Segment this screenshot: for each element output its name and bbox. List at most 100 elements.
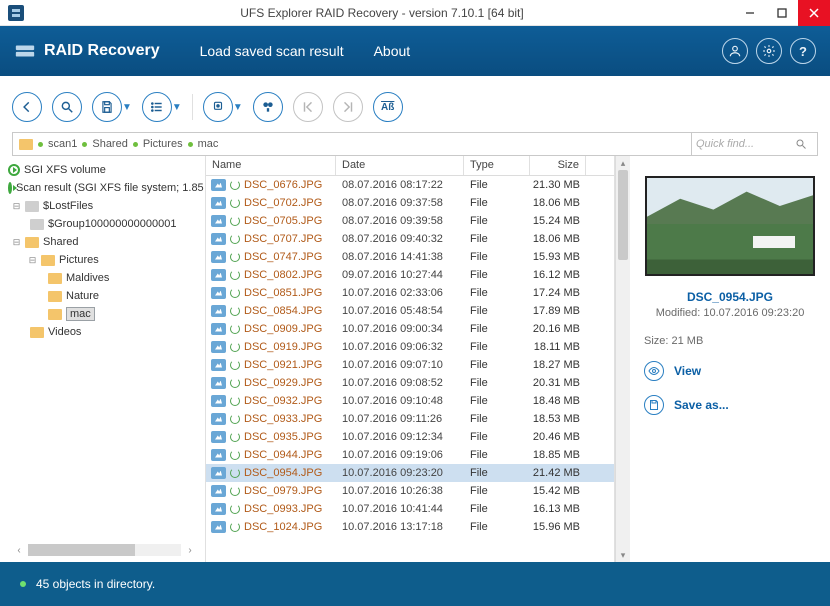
image-icon [211, 431, 226, 443]
next-button[interactable] [333, 92, 363, 122]
file-row[interactable]: DSC_0933.JPG10.07.2016 09:11:26File18.53… [206, 410, 614, 428]
collapse-icon[interactable]: ⊟ [12, 237, 21, 248]
back-button[interactable] [12, 92, 42, 122]
tree-shared[interactable]: ⊟Shared [8, 234, 201, 250]
recover-icon [230, 378, 240, 388]
tree-lostfiles[interactable]: ⊟$LostFiles [8, 198, 201, 214]
window-title: UFS Explorer RAID Recovery - version 7.1… [30, 6, 734, 20]
scroll-left-icon[interactable]: ‹ [12, 545, 26, 556]
save-dropdown[interactable]: ▼ [122, 102, 132, 113]
tree-nature[interactable]: Nature [8, 288, 201, 304]
col-size[interactable]: Size [530, 156, 586, 175]
close-button[interactable] [798, 0, 830, 26]
file-size: 16.12 MB [530, 269, 586, 281]
scroll-down-icon[interactable]: ▾ [616, 548, 630, 562]
file-row[interactable]: DSC_0676.JPG08.07.2016 08:17:22File21.30… [206, 176, 614, 194]
saveas-action[interactable]: Save as... [644, 395, 816, 415]
file-date: 09.07.2016 10:27:44 [336, 269, 464, 281]
col-date[interactable]: Date [336, 156, 464, 175]
list-view-button[interactable] [142, 92, 172, 122]
eye-icon [644, 361, 664, 381]
file-date: 10.07.2016 09:19:06 [336, 449, 464, 461]
tree-videos[interactable]: Videos [8, 324, 201, 340]
file-row[interactable]: DSC_0707.JPG08.07.2016 09:40:32File18.06… [206, 230, 614, 248]
user-button[interactable] [722, 38, 748, 64]
file-size: 17.89 MB [530, 305, 586, 317]
file-row[interactable]: DSC_0954.JPG10.07.2016 09:23:20File21.42… [206, 464, 614, 482]
file-row[interactable]: DSC_0919.JPG10.07.2016 09:06:32File18.11… [206, 338, 614, 356]
file-vscrollbar[interactable]: ▴ ▾ [615, 156, 630, 562]
col-name[interactable]: Name [206, 156, 336, 175]
file-row[interactable]: DSC_0979.JPG10.07.2016 10:26:38File15.42… [206, 482, 614, 500]
file-row[interactable]: DSC_0929.JPG10.07.2016 09:08:52File20.31… [206, 374, 614, 392]
file-row[interactable]: DSC_0921.JPG10.07.2016 09:07:10File18.27… [206, 356, 614, 374]
search-icon [795, 138, 807, 150]
minimize-button[interactable] [734, 0, 766, 26]
filter-dropdown[interactable]: ▼ [233, 102, 243, 113]
file-row[interactable]: DSC_0747.JPG08.07.2016 14:41:38File15.93… [206, 248, 614, 266]
file-row[interactable]: DSC_0802.JPG09.07.2016 10:27:44File16.12… [206, 266, 614, 284]
breadcrumb-seg-0[interactable]: scan1 [48, 138, 77, 150]
filter-button[interactable] [203, 92, 233, 122]
tree-pictures[interactable]: ⊟Pictures [8, 252, 201, 268]
file-row[interactable]: DSC_0702.JPG08.07.2016 09:37:58File18.06… [206, 194, 614, 212]
find-button[interactable] [253, 92, 283, 122]
col-type[interactable]: Type [464, 156, 530, 175]
file-row[interactable]: DSC_0909.JPG10.07.2016 09:00:34File20.16… [206, 320, 614, 338]
tree-group[interactable]: $Group100000000000001 [8, 216, 201, 232]
help-button[interactable]: ? [790, 38, 816, 64]
save-icon [644, 395, 664, 415]
file-type: File [464, 359, 530, 371]
file-row[interactable]: DSC_0705.JPG08.07.2016 09:39:58File15.24… [206, 212, 614, 230]
file-name: DSC_0993.JPG [244, 503, 322, 515]
file-date: 10.07.2016 10:26:38 [336, 485, 464, 497]
prev-button[interactable] [293, 92, 323, 122]
file-date: 10.07.2016 09:08:52 [336, 377, 464, 389]
collapse-icon[interactable]: ⊟ [28, 255, 37, 266]
file-type: File [464, 503, 530, 515]
image-icon [211, 413, 226, 425]
file-row[interactable]: DSC_0851.JPG10.07.2016 02:33:06File17.24… [206, 284, 614, 302]
breadcrumb-seg-2[interactable]: Pictures [143, 138, 183, 150]
tree-scan-result[interactable]: Scan result (SGI XFS file system; 1.85 G… [8, 180, 201, 196]
image-icon [211, 449, 226, 461]
file-row[interactable]: DSC_0993.JPG10.07.2016 10:41:44File16.13… [206, 500, 614, 518]
menu-load-result[interactable]: Load saved scan result [200, 43, 344, 59]
view-dropdown[interactable]: ▼ [172, 102, 182, 113]
search-button[interactable] [52, 92, 82, 122]
maximize-button[interactable] [766, 0, 798, 26]
breadcrumb-seg-3[interactable]: mac [198, 138, 219, 150]
tree-mac[interactable]: mac [8, 306, 201, 322]
file-size: 17.24 MB [530, 287, 586, 299]
breadcrumb-seg-1[interactable]: Shared [92, 138, 127, 150]
case-toggle-button[interactable]: Aß [373, 92, 403, 122]
file-type: File [464, 341, 530, 353]
file-row[interactable]: DSC_0944.JPG10.07.2016 09:19:06File18.85… [206, 446, 614, 464]
file-row[interactable]: DSC_1024.JPG10.07.2016 13:17:18File15.96… [206, 518, 614, 536]
scroll-up-icon[interactable]: ▴ [616, 156, 630, 170]
file-list-pane: Name Date Type Size DSC_0676.JPG08.07.20… [205, 156, 615, 562]
scrollbar-thumb[interactable] [618, 170, 628, 260]
file-row[interactable]: DSC_0854.JPG10.07.2016 05:48:54File17.89… [206, 302, 614, 320]
settings-button[interactable] [756, 38, 782, 64]
breadcrumb[interactable]: scan1 Shared Pictures mac Quick find... [12, 132, 818, 156]
tree-hscroll[interactable]: ‹ › [12, 544, 197, 556]
breadcrumb-dot [38, 142, 43, 147]
file-size: 15.96 MB [530, 521, 586, 533]
save-button[interactable] [92, 92, 122, 122]
tree-maldives[interactable]: Maldives [8, 270, 201, 286]
file-row[interactable]: DSC_0935.JPG10.07.2016 09:12:34File20.46… [206, 428, 614, 446]
file-date: 10.07.2016 09:06:32 [336, 341, 464, 353]
folder-icon [48, 309, 62, 320]
scroll-right-icon[interactable]: › [183, 545, 197, 556]
quick-find-input[interactable]: Quick find... [691, 133, 811, 155]
file-date: 10.07.2016 09:07:10 [336, 359, 464, 371]
collapse-icon[interactable]: ⊟ [12, 201, 21, 212]
file-name: DSC_0929.JPG [244, 377, 322, 389]
file-row[interactable]: DSC_0932.JPG10.07.2016 09:10:48File18.48… [206, 392, 614, 410]
recover-icon [230, 198, 240, 208]
file-date: 10.07.2016 05:48:54 [336, 305, 464, 317]
tree-volume[interactable]: SGI XFS volume [8, 162, 201, 178]
view-action[interactable]: View [644, 361, 816, 381]
menu-about[interactable]: About [374, 43, 411, 59]
